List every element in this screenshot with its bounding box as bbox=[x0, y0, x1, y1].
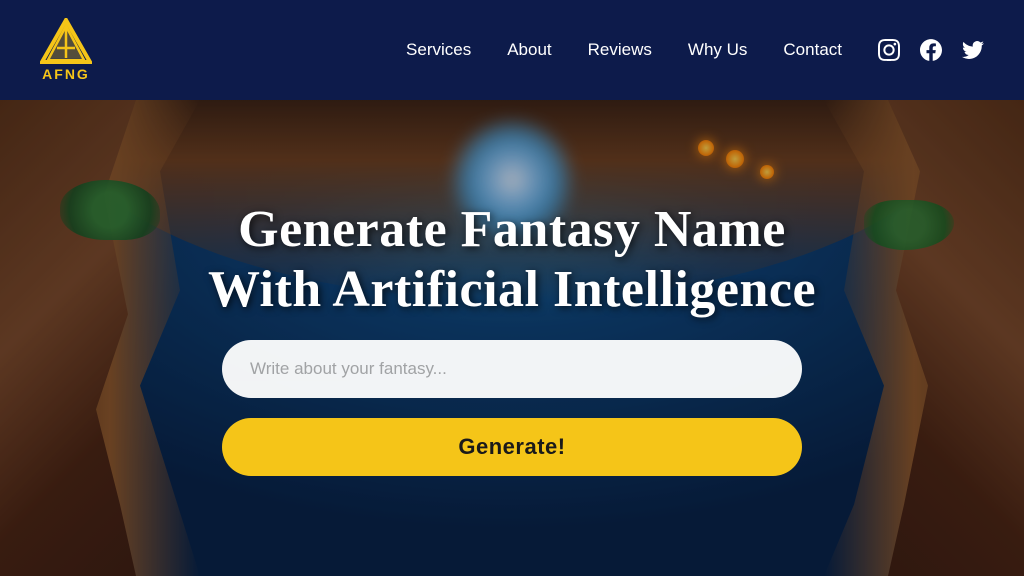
nav-link-reviews[interactable]: Reviews bbox=[588, 40, 652, 60]
navbar: AFNG Services About Reviews Why Us Conta… bbox=[0, 0, 1024, 100]
nav-link-services[interactable]: Services bbox=[406, 40, 471, 60]
social-icons bbox=[878, 39, 984, 61]
hero-section: Generate Fantasy Name With Artificial In… bbox=[0, 100, 1024, 576]
logo-icon bbox=[40, 18, 92, 64]
hero-title: Generate Fantasy Name With Artificial In… bbox=[208, 200, 816, 320]
facebook-icon[interactable] bbox=[920, 39, 942, 61]
hero-title-line2: With Artificial Intelligence bbox=[208, 261, 816, 318]
logo[interactable]: AFNG bbox=[40, 18, 92, 82]
hero-content: Generate Fantasy Name With Artificial In… bbox=[0, 200, 1024, 476]
main-nav: Services About Reviews Why Us Contact bbox=[406, 40, 842, 60]
instagram-icon[interactable] bbox=[878, 39, 900, 61]
nav-link-contact[interactable]: Contact bbox=[783, 40, 842, 60]
twitter-icon[interactable] bbox=[962, 39, 984, 61]
generate-button[interactable]: Generate! bbox=[222, 418, 802, 476]
nav-link-why-us[interactable]: Why Us bbox=[688, 40, 748, 60]
fantasy-input[interactable] bbox=[222, 340, 802, 398]
logo-text: AFNG bbox=[42, 66, 90, 82]
hero-title-line1: Generate Fantasy Name bbox=[238, 201, 786, 258]
nav-link-about[interactable]: About bbox=[507, 40, 551, 60]
